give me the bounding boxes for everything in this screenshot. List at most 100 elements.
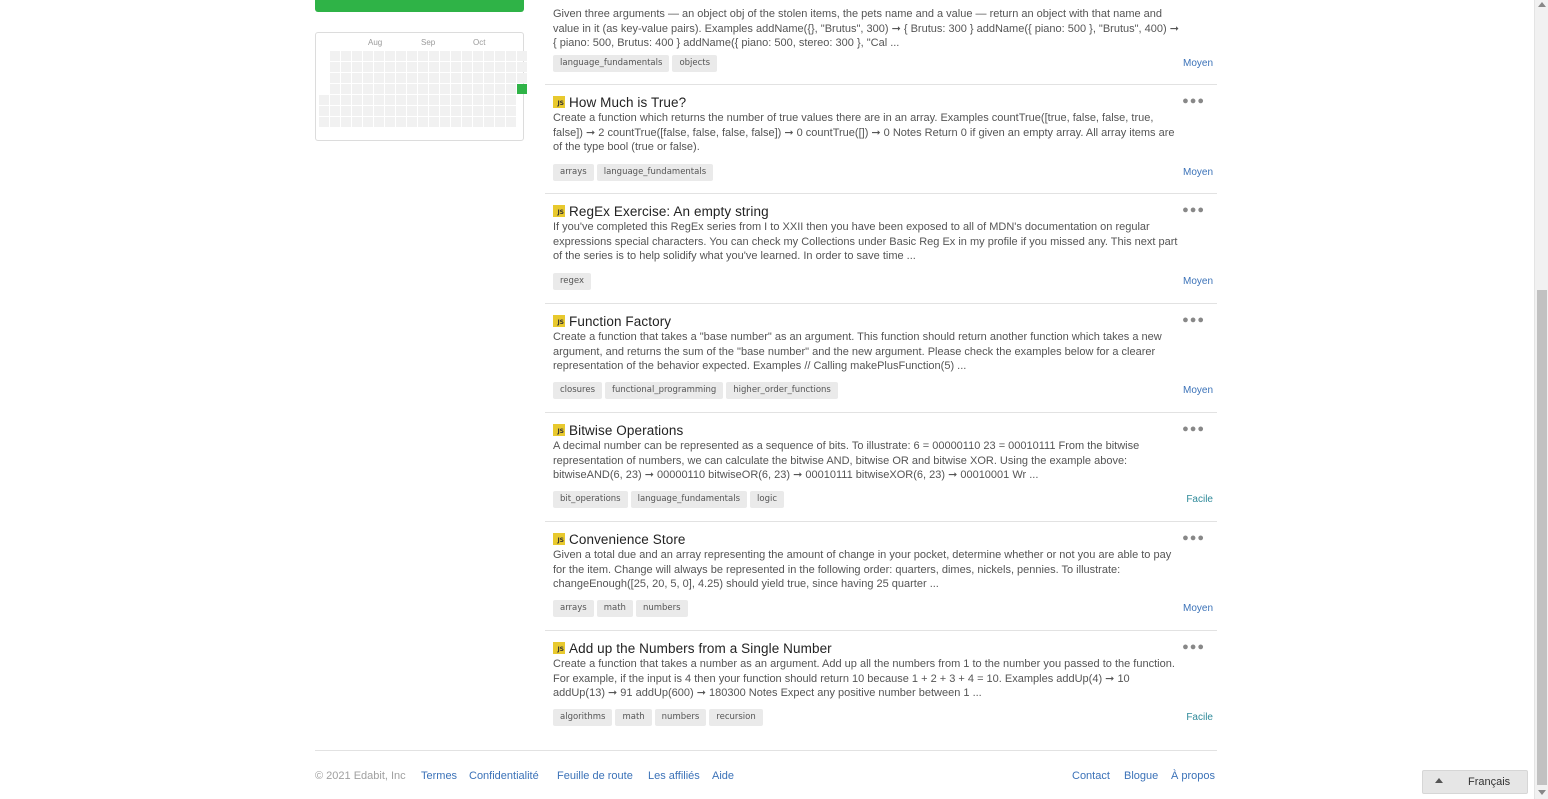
more-options-icon[interactable]: ●●● (1182, 95, 1205, 107)
heatmap-cell (429, 95, 439, 105)
heatmap-cell (451, 62, 461, 72)
heatmap-cell (440, 117, 450, 127)
scroll-up-arrow-icon[interactable] (1538, 2, 1546, 7)
footer-link-terms[interactable]: Termes (421, 770, 457, 782)
tag[interactable]: algorithms (553, 709, 613, 726)
heatmap-cell (330, 62, 340, 72)
tag[interactable]: closures (553, 382, 603, 399)
more-options-icon[interactable]: ●●● (1182, 532, 1205, 544)
footer-link-affiliates[interactable]: Les affiliés (648, 770, 700, 782)
footer-link-blog[interactable]: Blogue (1124, 770, 1158, 782)
javascript-icon: JS (553, 315, 565, 327)
challenge-card[interactable]: JS RegEx Exercise: An empty string ●●● I… (545, 194, 1217, 304)
challenge-card[interactable]: Given three arguments — an object obj of… (545, 0, 1217, 85)
heatmap-cell (484, 62, 494, 72)
tag[interactable]: numbers (654, 709, 707, 726)
tag[interactable]: logic (750, 491, 785, 508)
challenge-card[interactable]: JS Add up the Numbers from a Single Numb… (545, 631, 1217, 736)
tag[interactable]: recursion (709, 709, 763, 726)
challenge-description: Given three arguments — an object obj of… (553, 8, 1179, 50)
primary-action-button[interactable] (315, 0, 524, 12)
challenge-title[interactable]: Bitwise Operations (569, 423, 683, 438)
more-options-icon[interactable]: ●●● (1182, 641, 1205, 653)
caret-up-icon (1435, 778, 1443, 783)
heatmap-cell (484, 95, 494, 105)
javascript-icon: JS (553, 205, 565, 217)
tag[interactable]: bit_operations (553, 491, 628, 508)
heatmap-cell (341, 84, 351, 94)
challenge-card[interactable]: JS Convenience Store ●●● Given a total d… (545, 522, 1217, 631)
heatmap-cell (374, 95, 384, 105)
tag[interactable]: math (596, 600, 633, 617)
heatmap-cell (451, 117, 461, 127)
heatmap-cell (341, 51, 351, 61)
heatmap-cell (462, 84, 472, 94)
tag[interactable]: arrays (553, 164, 594, 181)
heatmap-cell (506, 84, 516, 94)
challenge-card[interactable]: JS How Much is True? ●●● Create a functi… (545, 85, 1217, 194)
footer-link-help[interactable]: Aide (712, 770, 734, 782)
heatmap-cell (385, 84, 395, 94)
challenge-title[interactable]: RegEx Exercise: An empty string (569, 204, 769, 219)
heatmap-cell (440, 95, 450, 105)
vertical-scrollbar[interactable] (1534, 0, 1548, 799)
heatmap-month-label: Oct (473, 38, 486, 47)
tag[interactable]: objects (672, 55, 718, 72)
challenge-title-row[interactable]: JS Bitwise Operations (553, 421, 683, 439)
challenge-title[interactable]: Convenience Store (569, 532, 686, 547)
tag[interactable]: math (615, 709, 652, 726)
more-options-icon[interactable]: ●●● (1182, 423, 1205, 435)
challenge-card[interactable]: JS Function Factory ●●● Create a functio… (545, 304, 1217, 413)
tag[interactable]: higher_order_functions (726, 382, 838, 399)
challenge-card[interactable]: JS Bitwise Operations ●●● A decimal numb… (545, 413, 1217, 522)
heatmap-cell (506, 73, 516, 83)
challenge-title[interactable]: Function Factory (569, 314, 671, 329)
more-options-icon[interactable]: ●●● (1182, 314, 1205, 326)
tag[interactable]: regex (553, 273, 592, 290)
heatmap-cell (517, 62, 527, 72)
challenge-title-row[interactable]: JS Function Factory (553, 312, 671, 330)
tag[interactable]: functional_programming (605, 382, 724, 399)
challenge-title[interactable]: Add up the Numbers from a Single Number (569, 641, 832, 656)
footer-link-contact[interactable]: Contact (1072, 770, 1110, 782)
heatmap-cell (407, 117, 417, 127)
heatmap-cell (462, 51, 472, 61)
challenge-title-row[interactable]: JS Convenience Store (553, 530, 686, 548)
challenge-title-row[interactable]: JS RegEx Exercise: An empty string (553, 202, 769, 220)
heatmap-cell (429, 73, 439, 83)
tag[interactable]: arrays (553, 600, 594, 617)
heatmap-cell (330, 73, 340, 83)
challenge-title-row[interactable]: JS Add up the Numbers from a Single Numb… (553, 639, 832, 657)
heatmap-cell (374, 106, 384, 116)
language-selector-button[interactable]: Français (1422, 770, 1528, 794)
footer-link-privacy[interactable]: Confidentialité (469, 770, 539, 782)
heatmap-cell (330, 84, 340, 94)
tag[interactable]: language_fundamentals (630, 491, 748, 508)
scrollbar-thumb[interactable] (1537, 290, 1547, 785)
heatmap-cell (363, 84, 373, 94)
heatmap-cell (352, 95, 362, 105)
heatmap-cell (352, 51, 362, 61)
footer-link-roadmap[interactable]: Feuille de route (557, 770, 633, 782)
heatmap-cell (330, 117, 340, 127)
tag[interactable]: language_fundamentals (553, 55, 670, 72)
footer-link-about[interactable]: À propos (1171, 770, 1215, 782)
heatmap-cell (352, 73, 362, 83)
heatmap-cell (385, 106, 395, 116)
heatmap-cell (319, 95, 329, 105)
heatmap-cell (429, 62, 439, 72)
heatmap-cell (451, 73, 461, 83)
challenge-description: Create a function that takes a number as… (553, 658, 1175, 700)
more-options-icon[interactable]: ●●● (1182, 204, 1205, 216)
difficulty-label: Moyen (1182, 167, 1213, 178)
heatmap-cell (506, 62, 516, 72)
heatmap-cell (473, 106, 483, 116)
tag[interactable]: language_fundamentals (596, 164, 714, 181)
challenge-title[interactable]: How Much is True? (569, 95, 686, 110)
tag[interactable]: numbers (635, 600, 688, 617)
scroll-down-arrow-icon[interactable] (1538, 790, 1546, 795)
heatmap-cell (484, 73, 494, 83)
heatmap-cell (473, 51, 483, 61)
challenge-title-row[interactable]: JS How Much is True? (553, 93, 686, 111)
heatmap-cell (407, 84, 417, 94)
